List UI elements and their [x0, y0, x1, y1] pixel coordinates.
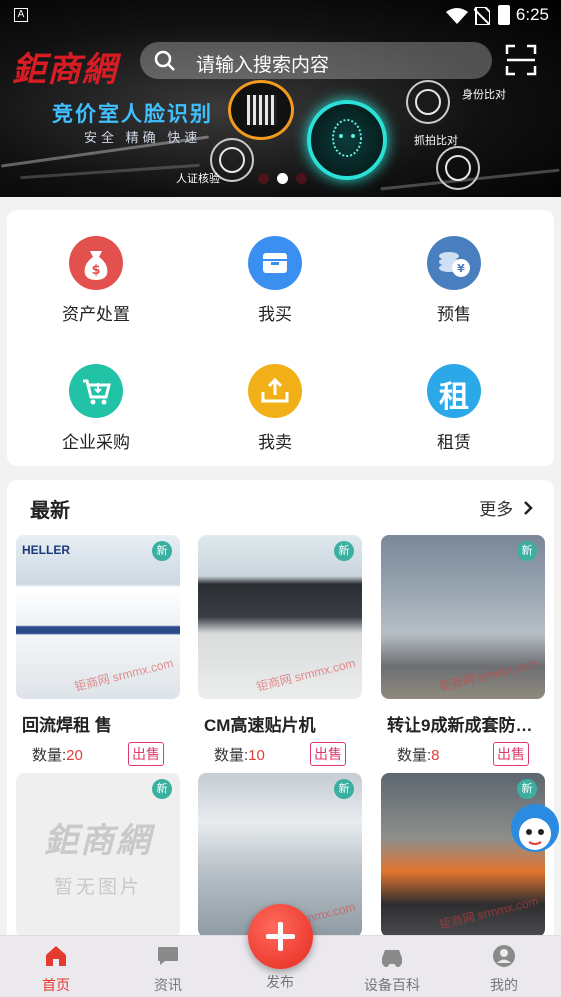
scan-icon[interactable]	[505, 44, 537, 76]
tab-label: 发布	[266, 974, 294, 990]
app-logo: 鉅商網	[12, 50, 117, 90]
no-image-text: 暂无图片	[53, 877, 142, 898]
latest-section: 最新 更多 HELLER 新 钜商网 srmmx.com 回流焊租 售 数量:2…	[7, 480, 554, 950]
category-presale[interactable]: ¥ 预售	[384, 236, 524, 325]
more-link[interactable]: 更多	[479, 495, 534, 520]
money-bag-icon: $	[69, 236, 123, 290]
battery-icon	[498, 5, 510, 25]
status-bar: A 6:25	[0, 0, 561, 30]
carousel-dot[interactable]	[296, 173, 307, 184]
category-asset-disposal[interactable]: $ 资产处置	[26, 236, 166, 325]
face-scan-icon	[307, 100, 387, 180]
watermark: 钜商网 srmmx.com	[72, 655, 175, 695]
watermark: 钜商网 srmmx.com	[437, 893, 540, 933]
box-icon	[248, 236, 302, 290]
product-quantity: 数量:8 出售	[381, 742, 545, 766]
category-label: 预售	[437, 305, 471, 324]
rent-char: 租	[439, 381, 469, 414]
tab-publish[interactable]: 发布	[240, 972, 320, 992]
product-image-placeholder: 新 鉅商網 暂无图片	[16, 773, 180, 937]
wifi-icon	[446, 8, 468, 24]
rent-char-icon: 租	[427, 364, 481, 418]
banner-label-3: 人证核验	[176, 173, 220, 185]
sale-tag: 出售	[128, 742, 164, 766]
product-quantity: 数量:20 出售	[16, 742, 180, 766]
product-name: CM高速贴片机	[204, 716, 316, 735]
upload-tray-icon	[248, 364, 302, 418]
new-badge: 新	[334, 779, 354, 799]
tab-home[interactable]: 首页	[16, 944, 96, 995]
customer-service-mascot-icon[interactable]	[505, 790, 561, 860]
section-title: 最新	[30, 500, 70, 522]
new-badge: 新	[152, 541, 172, 561]
product-card[interactable]: 新 钜商网 srmmx.com 转让9成新成套防… 数量:8 出售	[381, 535, 545, 766]
new-badge: 新	[334, 541, 354, 561]
product-name: 转让9成新成套防…	[387, 716, 533, 735]
banner-label-2: 抓拍比对	[414, 135, 458, 147]
status-time: 6:25	[515, 5, 549, 24]
chevron-right-icon	[524, 501, 533, 515]
search-placeholder: 请输入搜索内容	[196, 55, 330, 76]
user-icon	[493, 945, 515, 967]
no-sim-icon	[474, 7, 490, 25]
banner-label-1: 身份比对	[462, 89, 506, 101]
category-buy[interactable]: 我买	[205, 236, 345, 325]
product-card[interactable]: 新 鉅商網 暂无图片	[16, 773, 180, 937]
home-icon	[46, 946, 66, 966]
search-icon	[154, 50, 175, 71]
svg-text:¥: ¥	[457, 262, 465, 275]
product-image: HELLER 新 钜商网 srmmx.com	[16, 535, 180, 699]
category-label: 企业采购	[62, 433, 130, 452]
tab-equipment-wiki[interactable]: 设备百科	[352, 944, 432, 995]
tab-mine[interactable]: 我的	[464, 944, 544, 995]
category-label: 租赁	[437, 433, 471, 452]
watermark: 钜商网 srmmx.com	[437, 655, 540, 695]
capture-compare-icon	[436, 146, 480, 190]
app-screen: A 6:25 鉅商網 请输入搜索内容 竞价室人脸识别 安全 精确 快速 身份比对…	[0, 0, 561, 997]
category-label: 资产处置	[62, 305, 130, 324]
product-quantity: 数量:10 出售	[198, 742, 362, 766]
category-grid: $ 资产处置 我买 ¥ 预售 企业采购 我卖 租 租赁	[7, 210, 554, 466]
product-card[interactable]: 新 钜商网 srmmx.com CM高速贴片机 数量:10 出售	[198, 535, 362, 766]
product-image: 新 钜商网 srmmx.com	[381, 535, 545, 699]
carousel-dots[interactable]	[258, 171, 315, 189]
banner-subtitle: 安全 精确 快速	[84, 130, 202, 145]
watermark: 钜商网 srmmx.com	[254, 655, 357, 695]
tab-news[interactable]: 资讯	[128, 944, 208, 995]
banner-title: 竞价室人脸识别	[52, 103, 213, 126]
qr-code-icon	[228, 80, 294, 140]
cart-icon	[69, 364, 123, 418]
sale-tag: 出售	[493, 742, 529, 766]
new-badge: 新	[152, 779, 172, 799]
carousel-dot-active[interactable]	[277, 173, 288, 184]
id-compare-icon	[406, 80, 450, 124]
category-procurement[interactable]: 企业采购	[26, 364, 166, 453]
search-bar[interactable]: 请输入搜索内容	[140, 42, 492, 79]
notification-a-icon: A	[14, 8, 28, 22]
category-label: 我卖	[258, 433, 292, 452]
tab-label: 资讯	[154, 977, 182, 993]
svg-text:$: $	[91, 263, 100, 278]
sale-tag: 出售	[310, 742, 346, 766]
coins-icon: ¥	[427, 236, 481, 290]
product-card[interactable]: HELLER 新 钜商网 srmmx.com 回流焊租 售 数量:20 出售	[16, 535, 180, 766]
tab-label: 首页	[42, 977, 70, 993]
category-label: 我买	[258, 305, 292, 324]
placeholder-logo: 鉅商網	[44, 821, 152, 861]
publish-plus-button[interactable]	[248, 904, 313, 969]
category-rent[interactable]: 租 租赁	[384, 364, 524, 453]
tab-label: 我的	[490, 977, 518, 993]
tab-label: 设备百科	[364, 977, 420, 993]
message-icon	[158, 947, 178, 965]
category-sell[interactable]: 我卖	[205, 364, 345, 453]
carousel-dot[interactable]	[258, 173, 269, 184]
product-image: 新 钜商网 srmmx.com	[198, 535, 362, 699]
banner-carousel[interactable]: A 6:25 鉅商網 请输入搜索内容 竞价室人脸识别 安全 精确 快速 身份比对…	[0, 0, 561, 197]
more-label: 更多	[479, 500, 514, 519]
car-icon	[382, 950, 402, 967]
product-name: 回流焊租 售	[22, 716, 112, 735]
new-badge: 新	[517, 541, 537, 561]
